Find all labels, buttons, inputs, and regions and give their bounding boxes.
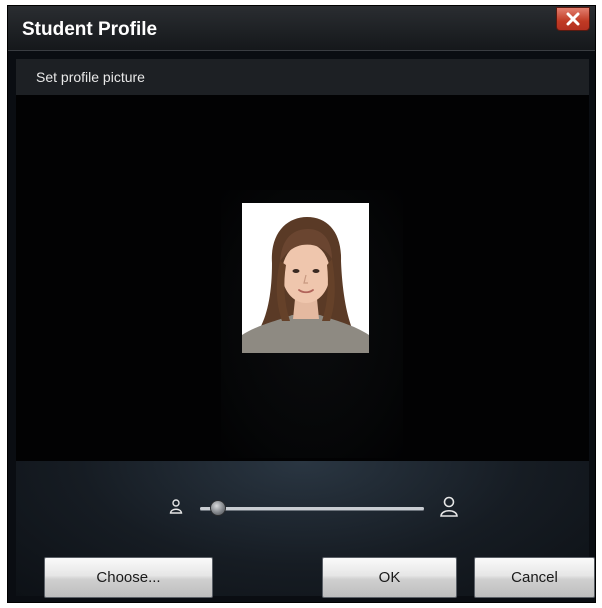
- picture-preview-area: [16, 95, 589, 461]
- cancel-button[interactable]: Cancel: [474, 557, 595, 598]
- person-small-icon: [169, 499, 183, 514]
- zoom-slider-thumb[interactable]: [210, 500, 227, 516]
- title-bar[interactable]: Student Profile: [8, 6, 595, 51]
- subheader: Set profile picture: [16, 59, 589, 95]
- choose-button[interactable]: Choose...: [44, 557, 213, 598]
- person-large-icon: [440, 496, 458, 517]
- ok-button[interactable]: OK: [322, 557, 457, 598]
- profile-photo-image: [242, 203, 369, 353]
- close-button[interactable]: [556, 7, 590, 31]
- close-icon: [566, 12, 580, 26]
- student-profile-dialog: Student Profile Set profile picture Choo…: [7, 5, 596, 603]
- zoom-slider-track[interactable]: [200, 507, 424, 510]
- subheader-label: Set profile picture: [36, 69, 145, 85]
- profile-photo: [242, 203, 369, 353]
- controls-panel: Choose... OK Cancel: [16, 461, 595, 598]
- dialog-title: Student Profile: [22, 19, 158, 40]
